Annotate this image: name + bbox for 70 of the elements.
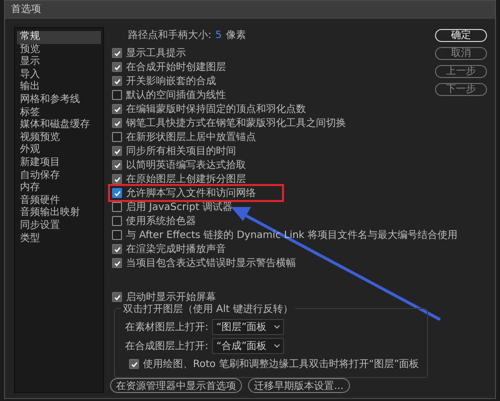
chevron-icon xyxy=(274,344,280,348)
sidebar-item[interactable]: 媒体和磁盘缓存 xyxy=(17,119,101,132)
dropdown-label: 在素材图层上打开: xyxy=(125,320,208,334)
checkbox[interactable] xyxy=(112,258,122,268)
option-label: 当项目包含表达式错误时显示警告横幅 xyxy=(126,256,296,270)
sidebar-item[interactable]: 常规 xyxy=(17,31,101,44)
option-label: 钢笔工具快捷方式在钢笔和蒙版羽化工具之间切换 xyxy=(126,116,346,130)
option-label: 在新形状图层上居中放置锚点 xyxy=(126,130,256,144)
sidebar-item[interactable]: 视频预览 xyxy=(17,132,101,144)
sidebar-item[interactable]: 自动保存 xyxy=(17,170,101,182)
option-label: 在渲染完成时播放声音 xyxy=(126,242,226,256)
chevron-icon xyxy=(274,325,280,329)
checkbox[interactable] xyxy=(112,188,122,198)
dialog-button[interactable]: 取消 xyxy=(435,47,487,60)
checkbox[interactable] xyxy=(112,90,122,100)
checkbox[interactable] xyxy=(112,244,122,254)
checkbox[interactable] xyxy=(112,160,122,170)
option-label: 显示工具提示 xyxy=(126,47,186,60)
checkbox[interactable] xyxy=(112,216,122,226)
option-label: 在合成开始时创建图层 xyxy=(126,60,226,74)
checkbox[interactable] xyxy=(112,202,122,212)
checkbox[interactable] xyxy=(112,174,122,184)
dropdown[interactable]: “图层”面板 xyxy=(212,319,284,335)
dialog-button[interactable]: 上一步 xyxy=(435,65,487,78)
checkbox[interactable] xyxy=(112,292,122,302)
option-label: 开关影响嵌套的合成 xyxy=(126,74,216,88)
checkbox[interactable] xyxy=(112,76,122,86)
sidebar-item[interactable]: 预览 xyxy=(17,44,101,56)
pill-button[interactable]: 迁移早期版本设置... xyxy=(248,378,350,393)
unit-label: 像素 xyxy=(226,29,246,43)
ok-button[interactable]: 确定 xyxy=(435,29,487,42)
window-title: 首选项 xyxy=(5,1,495,19)
option-label: 同步所有相关项目的时间 xyxy=(126,144,236,158)
path-size-label: 路径点和手柄大小: xyxy=(128,29,212,43)
sidebar-item[interactable]: 同步设置 xyxy=(17,220,101,232)
group-title: 双击打开图层（使用 Alt 键进行反转） xyxy=(121,302,295,316)
pill-button[interactable]: 在资源管理器中显示首选项 xyxy=(110,378,242,393)
dialog-button[interactable]: 下一步 xyxy=(435,83,487,96)
checkbox[interactable] xyxy=(112,230,122,240)
option-label: 启动时显示开始屏幕 xyxy=(126,290,216,304)
checkbox[interactable] xyxy=(129,359,139,369)
sidebar-item[interactable]: 标签 xyxy=(17,106,101,120)
sidebar-item[interactable]: 外观 xyxy=(17,144,101,157)
checkbox[interactable] xyxy=(112,146,122,156)
checkbox[interactable] xyxy=(112,118,122,128)
path-size-value[interactable]: 5 xyxy=(215,29,222,43)
sidebar-item[interactable]: 音频输出映射 xyxy=(17,207,101,220)
option-label: 允许脚本写入文件和访问网络 xyxy=(126,186,256,200)
sidebar-item[interactable]: 输出 xyxy=(17,81,101,94)
sidebar-item[interactable]: 显示 xyxy=(17,56,101,69)
sidebar-item[interactable]: 导入 xyxy=(17,68,101,82)
checkbox[interactable] xyxy=(112,132,122,142)
dropdown[interactable]: “合成”面板 xyxy=(212,338,284,354)
option-label: 默认的空间插值为线性 xyxy=(126,88,226,102)
sidebar-item[interactable]: 新建项目 xyxy=(17,156,101,170)
checkbox[interactable] xyxy=(112,62,122,72)
option-label: 在编辑蒙版时保持固定的顶点和羽化点数 xyxy=(126,102,306,116)
checkbox[interactable] xyxy=(112,48,122,58)
sidebar-item[interactable]: 网格和参考线 xyxy=(17,94,101,107)
option-label: 以简明英语编写表达式拾取 xyxy=(126,158,246,172)
option-label: 在原始图层上创建拆分图层 xyxy=(126,172,246,186)
option-label: 启用 JavaScript 调试器 xyxy=(126,200,232,214)
dropdown-label: 在合成图层上打开: xyxy=(125,340,208,353)
option-label: 使用绘图、Roto 笔刷和调整边缘工具双击时将打开“图层”面板 xyxy=(143,358,420,371)
sidebar-item[interactable]: 音频硬件 xyxy=(17,194,101,208)
checkbox[interactable] xyxy=(112,104,122,114)
sidebar-item[interactable]: 内存 xyxy=(17,182,101,195)
option-label: 使用系统拾色器 xyxy=(126,214,196,228)
sidebar-item[interactable]: 类型 xyxy=(17,232,101,246)
option-label: 与 After Effects 链接的 Dynamic Link 将项目文件名与最大编号结合使用 xyxy=(126,228,458,242)
